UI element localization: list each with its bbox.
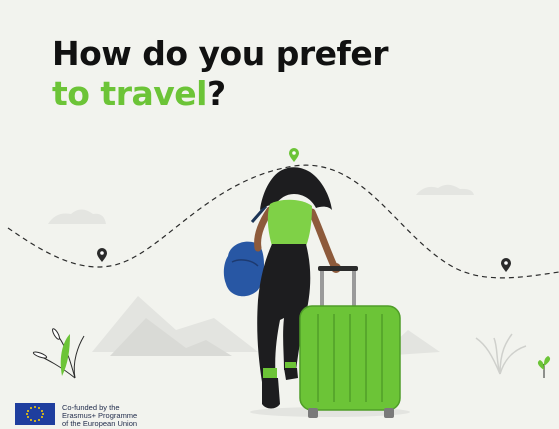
grass-right <box>475 333 527 375</box>
eu-stars <box>26 406 44 422</box>
map-pin-icon <box>501 258 511 272</box>
sprout-right <box>537 356 551 378</box>
cloud-right <box>416 184 474 195</box>
bag-icon <box>223 205 268 297</box>
plant-left <box>32 328 85 379</box>
infographic-canvas: How do you prefer to travel? Co-funded b… <box>0 0 559 429</box>
travel-illustration <box>7 148 559 418</box>
plant-left-leaf <box>60 334 70 376</box>
funding-notice: Co-funded by the Erasmus+ Programme of t… <box>62 403 138 429</box>
cloud-left <box>48 209 106 224</box>
map-pin-icon <box>289 148 299 162</box>
eu-flag-icon <box>15 403 55 425</box>
suitcase-icon <box>299 266 401 418</box>
funding-line3: of the European Union <box>62 419 138 429</box>
map-pin-icon <box>97 248 107 262</box>
